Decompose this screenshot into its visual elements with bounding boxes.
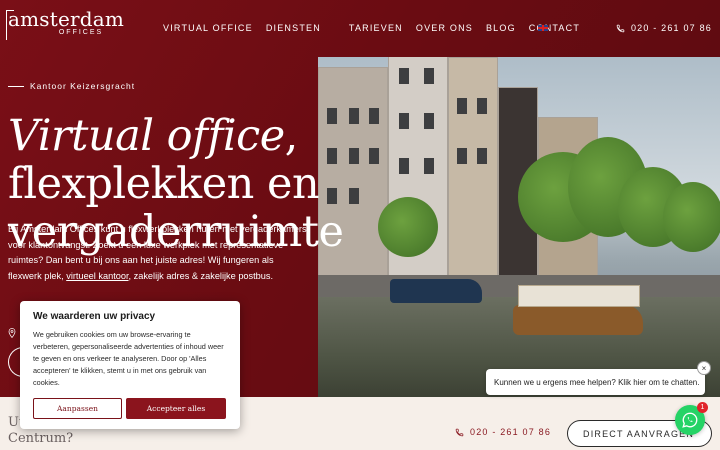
bottom-phone[interactable]: 020 - 261 07 86 [455,427,551,437]
hero-intro: Bij Amsterdam Offices kunt u flexwerkple… [8,222,308,284]
kicker-text: Kantoor Keizersgracht [30,81,136,91]
cookie-title: We waarderen uw privacy [33,311,156,322]
main-nav: VIRTUAL OFFICE DIENSTEN TARIEVEN OVER ON… [163,23,593,33]
cookie-accept-all-button[interactable]: Accepteer alles [126,398,226,419]
cookie-body: We gebruiken cookies om uw browse-ervari… [33,330,224,387]
whatsapp-icon [682,412,698,428]
nav-contact[interactable]: CONTACT [529,23,580,33]
cookie-customize-button[interactable]: Aanpassen [33,398,122,419]
intro-text-2: , zakelijk adres & zakelijke postbus. [128,270,274,281]
chat-prompt[interactable]: Kunnen we u ergens mee helpen? Klik hier… [486,369,705,395]
bottom-phone-number: 020 - 261 07 86 [470,427,552,437]
virtual-office-link[interactable]: virtueel kantoor [66,271,128,281]
notification-badge: 1 [697,402,708,413]
location-kicker: Kantoor Keizersgracht [8,81,135,91]
logo-wordmark: amsterdam [8,7,125,31]
chat-close-button[interactable]: × [697,361,711,375]
kicker-line [8,85,24,87]
cta-label: DIRECT AANVRAGEN [583,428,695,439]
phone-icon [616,24,625,32]
location-pin-icon [8,328,16,338]
nav-blog[interactable]: BLOG [486,23,516,33]
cookie-consent-dialog: We waarderen uw privacy We gebruiken coo… [20,301,240,429]
phone-icon [455,428,464,436]
header-phone[interactable]: 020 - 261 07 86 [616,23,712,33]
nav-over-ons[interactable]: OVER ONS [416,23,473,33]
headline-italic: Virtual office [8,111,285,161]
nav-diensten[interactable]: DIENSTEN [266,23,321,33]
nav-tarieven[interactable]: TARIEVEN [349,23,403,33]
chat-message: Kunnen we u ergens mee helpen? Klik hier… [494,377,700,387]
header-phone-number: 020 - 261 07 86 [630,23,712,33]
nav-virtual-office[interactable]: VIRTUAL OFFICE [163,23,253,33]
uk-flag-icon[interactable] [538,25,548,31]
logo[interactable]: amsterdam OFFICES [6,7,125,40]
question-line-2: Centrum? [8,431,74,446]
